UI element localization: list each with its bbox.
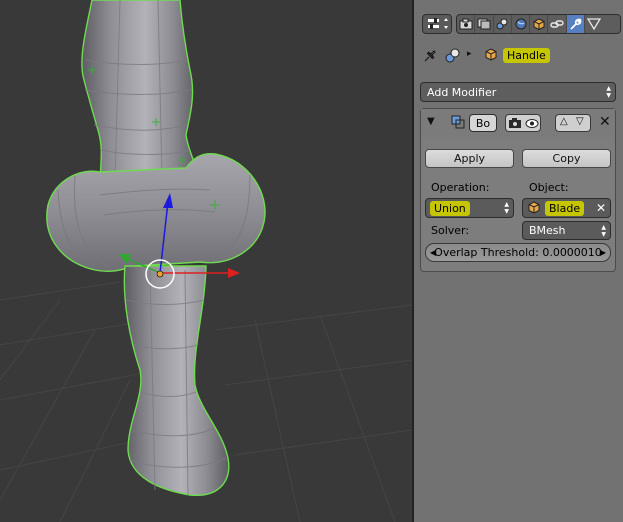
modifier-name-value: Bo (475, 116, 491, 130)
breadcrumb-object-name: Handle (503, 48, 550, 63)
clear-object-icon[interactable]: ✕ (596, 201, 606, 215)
boolean-modifier-panel: ▼ Bo △ ▽ ✕ Apply Copy Operation: Object:… (420, 108, 616, 272)
world-icon (515, 18, 527, 30)
object-cube-icon (528, 201, 540, 214)
solver-dropdown[interactable]: BMesh ▲ ▼ (522, 221, 611, 240)
render-camera-icon[interactable] (508, 117, 522, 130)
tab-constraints[interactable] (548, 15, 567, 33)
object-cube-icon (533, 18, 545, 30)
tab-render-layers[interactable] (475, 15, 494, 33)
operation-value: Union (430, 200, 470, 216)
tab-world[interactable] (512, 15, 531, 33)
scene-context-icon (445, 48, 460, 63)
copy-label: Copy (552, 152, 581, 165)
operation-label: Operation: (431, 181, 490, 194)
scene-icon (496, 18, 508, 30)
boolean-modifier-icon (451, 115, 465, 129)
wrench-icon (570, 18, 582, 30)
move-down-icon[interactable]: ▽ (576, 116, 584, 127)
grip-mesh (123, 265, 230, 496)
editor-type-selector[interactable] (422, 14, 452, 34)
properties-panel: ▸ Handle Add Modifier ▲ ▼ ▼ Bo △ ▽ ✕ App… (414, 0, 623, 522)
updown-arrows-icon: ▲ ▼ (606, 85, 611, 99)
modifier-name-field[interactable]: Bo (469, 114, 497, 132)
add-modifier-dropdown[interactable]: Add Modifier ▲ ▼ (420, 82, 616, 102)
add-modifier-label: Add Modifier (427, 85, 497, 99)
object-field[interactable]: Blade ✕ (522, 198, 611, 218)
apply-label: Apply (453, 152, 486, 165)
modifier-header: ▼ Bo △ ▽ ✕ (421, 109, 615, 137)
guard-mesh (46, 153, 266, 273)
apply-button[interactable]: Apply (425, 149, 514, 168)
render-layers-icon (477, 18, 491, 30)
move-modifier-group: △ ▽ (555, 114, 591, 132)
eye-icon[interactable] (525, 118, 539, 129)
camera-icon (459, 18, 473, 30)
mesh-data-icon (587, 18, 602, 30)
updown-arrows-icon: ▲ ▼ (601, 223, 606, 238)
3d-viewport[interactable] (0, 0, 412, 522)
constraint-chain-icon (550, 20, 564, 28)
tab-modifiers[interactable] (566, 15, 586, 33)
viewport-scene (0, 0, 412, 522)
breadcrumb: ▸ Handle (420, 46, 620, 66)
move-up-icon[interactable]: △ (560, 116, 568, 127)
updown-arrows-icon: ▲ ▼ (504, 201, 509, 215)
object-value: Blade (545, 200, 585, 216)
properties-editor-icon (428, 18, 448, 29)
object-label: Object: (529, 181, 569, 194)
operation-dropdown[interactable]: Union ▲ ▼ (425, 198, 514, 218)
tab-render[interactable] (457, 15, 476, 33)
increment-arrow-icon[interactable]: ▶ (600, 248, 606, 257)
properties-tab-bar (414, 10, 623, 38)
collapse-triangle-icon[interactable]: ▼ (427, 116, 435, 127)
breadcrumb-arrow-icon: ▸ (467, 49, 472, 59)
render-visibility-group (505, 114, 541, 132)
solver-label: Solver: (431, 224, 470, 237)
copy-button[interactable]: Copy (522, 149, 611, 168)
overlap-threshold-value: Overlap Threshold: 0.0000010 (434, 246, 602, 259)
tab-scene[interactable] (494, 15, 512, 33)
tab-data[interactable] (585, 15, 603, 33)
properties-tabs (456, 14, 621, 34)
overlap-threshold-field[interactable]: ◀ Overlap Threshold: 0.0000010 ▶ (425, 243, 611, 262)
solver-value: BMesh (529, 224, 566, 237)
object-cube-icon (485, 48, 497, 61)
pin-icon[interactable] (422, 48, 438, 64)
tab-object[interactable] (530, 15, 549, 33)
remove-modifier-icon[interactable]: ✕ (599, 114, 611, 130)
decrement-arrow-icon[interactable]: ◀ (430, 248, 436, 257)
